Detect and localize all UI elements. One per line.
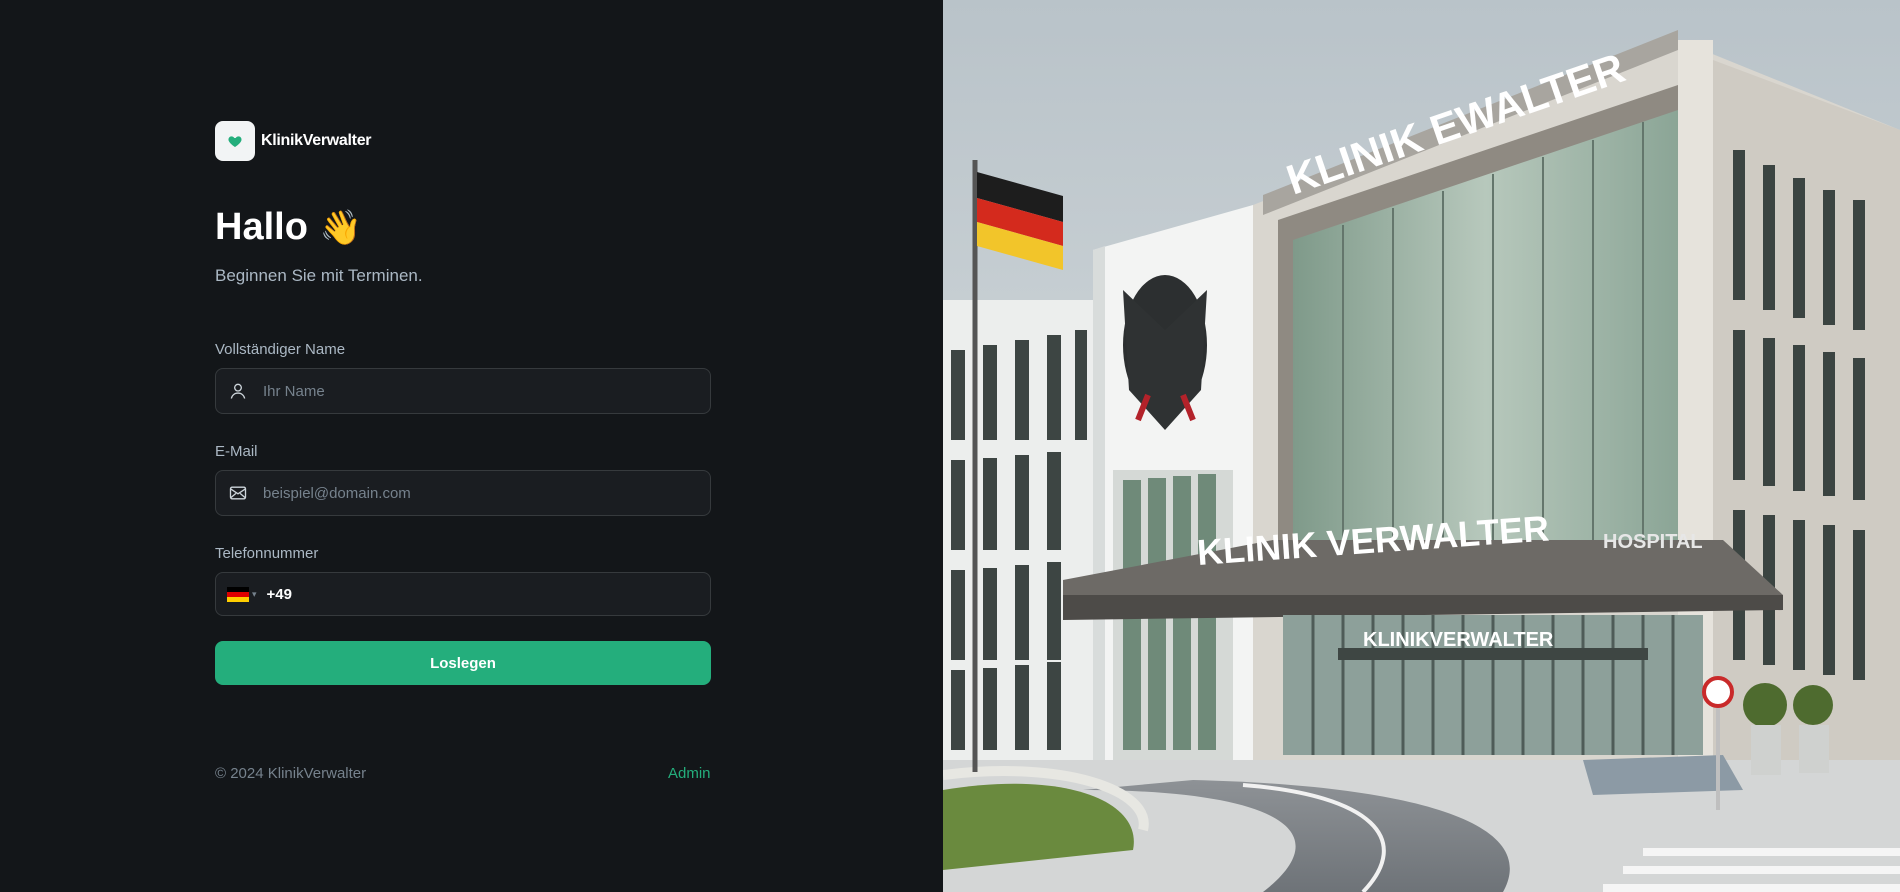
hospital-building-illustration: KLINIK EWALTER KLINIK VERWALTER HOSPITAL… <box>943 0 1900 892</box>
germany-flag-icon <box>227 586 249 602</box>
name-field[interactable] <box>215 368 711 414</box>
hero-image: KLINIK EWALTER KLINIK VERWALTER HOSPITAL… <box>943 0 1900 892</box>
name-label: Vollständiger Name <box>215 341 346 358</box>
page-subtitle: Beginnen Sie mit Terminen. <box>215 266 423 285</box>
name-input[interactable] <box>263 382 683 400</box>
phone-field[interactable]: ▾ +49 <box>215 572 711 616</box>
page-title: Hallo 👋 <box>215 206 362 249</box>
waving-hand-icon: 👋 <box>319 208 363 247</box>
brand-name: KlinikVerwalter <box>261 132 372 149</box>
copyright-text: © 2024 KlinikVerwalter <box>215 765 367 782</box>
email-label: E-Mail <box>215 443 258 460</box>
country-select[interactable]: ▾ <box>227 586 257 602</box>
mail-icon <box>227 482 249 504</box>
heart-icon <box>215 121 255 161</box>
title-text: Hallo <box>215 206 308 248</box>
login-panel: KlinikVerwalter Hallo 👋 Beginnen Sie mit… <box>0 0 943 892</box>
user-icon <box>227 380 249 402</box>
chevron-down-icon: ▾ <box>252 588 257 599</box>
phone-input[interactable]: +49 <box>267 586 292 603</box>
email-field[interactable] <box>215 470 711 516</box>
brand-logo[interactable]: KlinikVerwalter <box>215 121 372 161</box>
side-sign: HOSPITAL <box>1603 531 1703 553</box>
email-input[interactable] <box>263 484 683 502</box>
submit-button[interactable]: Loslegen <box>215 641 711 685</box>
phone-label: Telefonnummer <box>215 545 319 562</box>
entrance-sign: KLINIKVERWALTER <box>1363 629 1554 651</box>
admin-link[interactable]: Admin <box>668 765 711 782</box>
